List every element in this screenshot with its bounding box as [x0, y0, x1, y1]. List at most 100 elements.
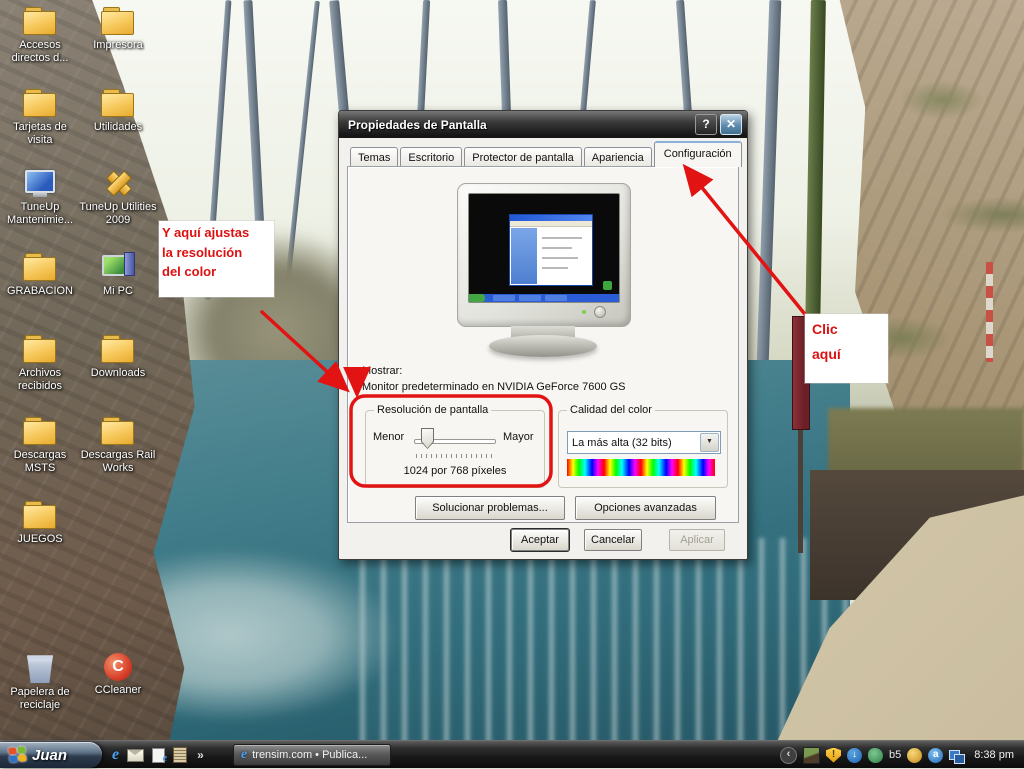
tab-protector-de-pantalla[interactable]: Protector de pantalla [464, 147, 582, 167]
desktop-icon-ccleaner[interactable]: C CCleaner [79, 653, 157, 697]
dialog-title-bar[interactable]: Propiedades de Pantalla ? ✕ [339, 111, 747, 138]
desktop-icon-descargas-railworks[interactable]: Descargas Rail Works [79, 416, 157, 474]
update-download-icon[interactable]: ↓ [847, 748, 862, 763]
folder-icon [22, 416, 58, 446]
folder-icon [22, 500, 58, 530]
help-button[interactable]: ? [695, 114, 717, 135]
desktop-icon-tarjetas[interactable]: Tarjetas de visita [1, 88, 79, 146]
wallpaper-striped-pole [986, 262, 993, 362]
color-quality-group: Calidad del color La más alta (32 bits) … [558, 410, 728, 488]
desktop-icon-label: Impresora [79, 39, 157, 52]
dialog-title: Propiedades de Pantalla [348, 118, 692, 132]
display-device-name: Monitor predeterminado en NVIDIA GeForce… [362, 381, 626, 393]
monitor-preview-window-item [542, 257, 578, 259]
desktop-icon-descargas-msts[interactable]: Descargas MSTS [1, 416, 79, 474]
desktop-icon-archivos-recibidos[interactable]: Archivos recibidos [1, 334, 79, 392]
monitor-preview-window-sidebar [511, 228, 537, 284]
tray-collapse-icon[interactable]: ‹ [780, 747, 797, 764]
desktop-icon-papelera[interactable]: Papelera de reciclaje [1, 653, 79, 711]
mail-icon[interactable] [127, 749, 144, 762]
monitor-preview-start [469, 294, 485, 302]
monitor-preview [457, 183, 631, 327]
monitor-preview-task [519, 295, 541, 301]
desktop-icon-label: GRABACION [1, 285, 79, 298]
desktop-icon-label: Mi PC [79, 285, 157, 298]
folder-icon [22, 334, 58, 364]
ok-button[interactable]: Aceptar [511, 529, 569, 551]
tab-temas[interactable]: Temas [350, 147, 398, 167]
display-label: Mostrar: [362, 365, 402, 377]
tab-configuracion[interactable]: Configuración [654, 141, 742, 167]
troubleshoot-button[interactable]: Solucionar problemas... [415, 496, 565, 520]
resolution-group-title: Resolución de pantalla [374, 404, 491, 416]
wallpaper-river-reflections [360, 538, 850, 746]
tray-avast-icon[interactable]: a [928, 748, 943, 763]
desktop-icon-label: Papelera de reciclaje [1, 686, 79, 711]
desktop-icon-utilidades[interactable]: Utilidades [79, 88, 157, 134]
desktop-icon-grabacion[interactable]: GRABACION [1, 252, 79, 298]
quick-launch-bar: e » [112, 741, 203, 769]
task-button-trensim[interactable]: e trensim.com • Publica... [233, 744, 391, 766]
monitor-preview-window [509, 214, 593, 286]
display-properties-dialog: Propiedades de Pantalla ? ✕ Temas Escrit… [338, 110, 748, 560]
apply-button[interactable]: Aplicar [669, 529, 725, 551]
color-quality-select[interactable]: La más alta (32 bits) ▼ [567, 431, 721, 454]
close-button[interactable]: ✕ [720, 114, 742, 135]
folder-icon [22, 252, 58, 282]
start-button[interactable]: Juan [0, 742, 102, 768]
desktop-icon-label: Descargas MSTS [1, 449, 79, 474]
internet-explorer-icon: e [241, 748, 247, 762]
resolution-slider-handle[interactable] [421, 428, 434, 449]
annotation-note-right: Clic aquí [805, 314, 888, 383]
tuneup-monitor-icon [22, 168, 58, 198]
resolution-slider-handle-face [422, 429, 433, 448]
system-tray: ‹ ! ↓ b5 a 8:38 pm [780, 741, 1020, 769]
network-icon[interactable] [949, 748, 964, 763]
task-button-label: trensim.com • Publica... [252, 749, 367, 761]
chevron-down-icon[interactable]: ▼ [700, 433, 719, 452]
monitor-preview-window-item [542, 237, 582, 239]
monitor-preview-window-menubar [510, 221, 592, 227]
advanced-options-button[interactable]: Opciones avanzadas [575, 496, 716, 520]
tray-gold-app-icon[interactable] [907, 748, 922, 763]
tab-escritorio[interactable]: Escritorio [400, 147, 462, 167]
ccleaner-icon: C [104, 653, 132, 681]
desktop-icon-label: JUEGOS [1, 533, 79, 546]
desktop-icon-label: TuneUp Utilities 2009 [79, 201, 157, 226]
folder-icon [100, 334, 136, 364]
desktop-icon-tuneup-mantenimiento[interactable]: TuneUp Mantenimie... [1, 168, 79, 226]
internet-explorer-icon[interactable]: e [112, 747, 119, 763]
tab-apariencia[interactable]: Apariencia [584, 147, 652, 167]
resolution-value: 1024 por 768 píxeles [366, 465, 544, 477]
resolution-group: Resolución de pantalla Menor Mayor 1024 … [365, 410, 545, 488]
tray-green-app-icon[interactable] [868, 748, 883, 763]
desktop-icon-downloads[interactable]: Downloads [79, 334, 157, 380]
quick-launch-overflow-icon[interactable]: » [197, 748, 203, 762]
clipboard-icon[interactable] [173, 747, 187, 763]
desktop-icon-tuneup-utilities[interactable]: TuneUp Utilities 2009 [79, 168, 157, 226]
desktop-icon-impresora[interactable]: Impresora [79, 6, 157, 52]
monitor-preview-taskbar [469, 294, 619, 302]
desktop-icon-accesos-directos[interactable]: Accesos directos d... [1, 6, 79, 64]
my-computer-icon [100, 252, 136, 282]
tray-app-icon[interactable] [803, 747, 820, 764]
color-quality-group-title: Calidad del color [567, 404, 655, 416]
folder-icon [100, 88, 136, 118]
tray-language-indicator[interactable]: b5 [889, 748, 901, 763]
taskbar-clock[interactable]: 8:38 pm [974, 749, 1014, 761]
desktop-icon-juegos[interactable]: JUEGOS [1, 500, 79, 546]
browser-document-icon[interactable] [152, 748, 165, 763]
desktop-icon-mi-pc[interactable]: Mi PC [79, 252, 157, 298]
cancel-button[interactable]: Cancelar [584, 529, 642, 551]
desktop-icon-label: CCleaner [79, 684, 157, 697]
resolution-max-label: Mayor [503, 431, 534, 443]
monitor-power-button [594, 306, 606, 318]
dialog-tab-strip: Temas Escritorio Protector de pantalla A… [350, 142, 744, 167]
tuneup-utilities-icon [100, 168, 136, 198]
monitor-base [489, 335, 597, 357]
monitor-preview-window-item [542, 267, 568, 269]
security-shield-icon[interactable]: ! [826, 748, 841, 763]
desktop-icon-label: Descargas Rail Works [79, 449, 157, 474]
recycle-bin-icon [22, 653, 58, 683]
monitor-preview-window-item [542, 247, 572, 249]
